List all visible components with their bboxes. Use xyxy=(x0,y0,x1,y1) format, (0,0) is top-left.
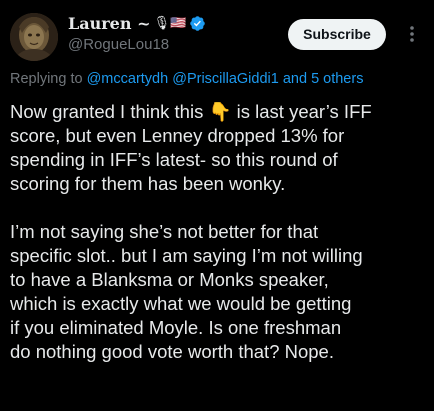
tweet-line: I’m not saying she’s not better for that xyxy=(10,221,319,242)
tweet-line: if you eliminated Moyle. Is one freshman xyxy=(10,317,342,338)
author-handle[interactable]: @RogueLou18 xyxy=(68,36,169,53)
tweet-line: score, but even Lenney dropped 13% for xyxy=(10,125,345,146)
more-vertical-icon xyxy=(410,26,414,42)
tweet-line: scoring for them has been wonky. xyxy=(10,173,286,194)
reply-joiner: and xyxy=(278,71,312,87)
tweet-line: spending in IFF’s latest- so this round … xyxy=(10,149,338,170)
author-name-row[interactable]: Lauren ~ 🎙🇺🇸 xyxy=(68,13,206,33)
replying-to: Replying to @mccartydh @PriscillaGiddi1 … xyxy=(10,71,363,87)
pointing-down-icon: 👇 xyxy=(208,102,232,123)
tweet-line: to have a Blanksma or Monks speaker, xyxy=(10,269,329,290)
tweet-line: which is exactly what we would be gettin… xyxy=(10,293,352,314)
tweet-text-fragment: is last year’s IFF xyxy=(231,101,372,122)
tweet-text-fragment: Now granted I think this xyxy=(10,101,209,122)
verified-badge-icon[interactable] xyxy=(189,15,206,32)
more-options-button[interactable] xyxy=(402,22,422,46)
name-emojis: 🎙🇺🇸 xyxy=(153,15,187,31)
mention-link[interactable]: @mccartydh xyxy=(87,71,169,87)
author-avatar[interactable] xyxy=(10,13,58,61)
tweet-text: Now granted I think this 👇 is last year’… xyxy=(10,100,428,364)
replying-to-label: Replying to xyxy=(10,71,87,87)
others-link[interactable]: 5 others xyxy=(311,71,363,87)
tweet-line: Now granted I think this 👇 is last year’… xyxy=(10,100,428,124)
subscribe-button[interactable]: Subscribe xyxy=(288,19,386,50)
author-display-name[interactable]: Lauren ~ xyxy=(68,14,150,33)
tweet-line: do nothing good vote worth that? Nope. xyxy=(10,341,334,362)
mention-link[interactable]: @PriscillaGiddi1 xyxy=(172,71,279,87)
profile-photo xyxy=(10,13,58,61)
tweet-header: Lauren ~ 🎙🇺🇸 @RogueLou18 Subscribe xyxy=(0,0,434,66)
tweet-line: specific slot.. but I am saying I’m not … xyxy=(10,245,363,266)
